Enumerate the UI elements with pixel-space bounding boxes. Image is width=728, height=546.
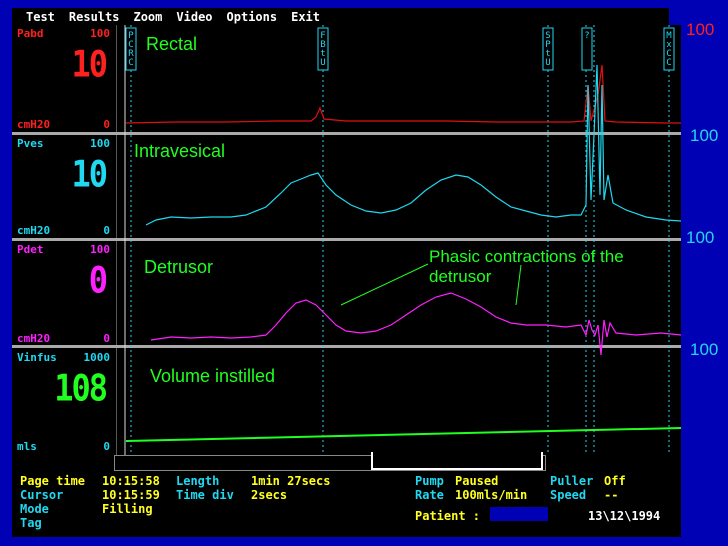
channel-pdet: Pdet 100 0 cmH20 0	[12, 241, 116, 347]
scroll-thumb[interactable]	[371, 452, 543, 470]
rate-value: 100mls/min	[455, 488, 528, 502]
pump-value: Paused	[455, 474, 499, 488]
channel-max: 100	[90, 137, 110, 150]
annotation-phasic: Phasic contractions of the detrusor	[429, 247, 624, 286]
channel-unit: cmH20	[17, 224, 51, 237]
time-div-value: 2secs	[251, 488, 288, 502]
menu-test[interactable]: Test	[26, 10, 55, 24]
menu-bar: Test Results Zoom Video Options Exit	[12, 8, 669, 25]
menu-results[interactable]: Results	[69, 10, 120, 24]
channel-max: 100	[90, 243, 110, 256]
time-scrollbar[interactable]	[114, 452, 546, 471]
channel-min: 0	[103, 224, 110, 237]
trace-pves	[145, 64, 681, 226]
status-panel: Page time 10:15:58 Length 1min 27secs Cu…	[12, 452, 681, 537]
cursor-value: 10:15:59	[102, 488, 160, 502]
right-scale-vinfus: 100	[690, 340, 719, 359]
channel-name: Vinfus	[17, 351, 57, 364]
rate-label: Rate	[415, 488, 444, 502]
puller-label: Puller	[550, 474, 594, 488]
label-detrusor: Detrusor	[144, 257, 214, 277]
speed-value: --	[604, 488, 619, 502]
channel-min: 0	[103, 332, 110, 345]
pump-label: Pump	[415, 474, 444, 488]
channel-max: 1000	[83, 351, 111, 364]
label-rectal: Rectal	[146, 34, 198, 54]
channel-name: Pabd	[17, 27, 44, 40]
trace-pdet	[150, 292, 681, 356]
channel-unit: cmH20	[17, 118, 51, 131]
trace-screen: Pabd 100 10 cmH20 0 Pves 100 10 cmH20 0 …	[12, 25, 681, 455]
event-marker-char: ?	[584, 31, 589, 41]
puller-value: Off	[604, 474, 626, 488]
event-marker-char: U	[320, 58, 325, 68]
mode-label: Mode	[20, 502, 49, 516]
channel-value: 10	[71, 152, 108, 196]
menu-zoom[interactable]: Zoom	[133, 10, 162, 24]
right-scale-pves: 100	[690, 126, 719, 145]
event-markers: PCRCFBtUSPtU? MxCC	[125, 27, 675, 71]
right-scale-pabd: 100	[686, 20, 715, 39]
channel-min: 0	[103, 118, 110, 131]
channel-value: 0	[88, 258, 108, 302]
channel-value: 108	[54, 366, 108, 410]
annotation-pointer	[340, 263, 429, 306]
right-scale-pdet: 100	[686, 228, 715, 247]
menu-options[interactable]: Options	[227, 10, 278, 24]
label-intravesical: Intravesical	[134, 141, 226, 161]
channel-min: 0	[103, 440, 110, 453]
menu-video[interactable]: Video	[176, 10, 212, 24]
label-volume-instilled: Volume instilled	[150, 366, 276, 386]
time-div-label: Time div	[176, 488, 234, 502]
patient-label: Patient :	[415, 509, 481, 523]
length-value: 1min 27secs	[251, 474, 331, 488]
channel-vinfus: Vinfus 1000 108 mls 0	[12, 349, 116, 455]
trace-vinfus	[125, 427, 681, 442]
trace-plot[interactable]: PCRCFBtUSPtU? MxCC	[116, 25, 681, 455]
event-marker-char: C	[666, 58, 671, 68]
page-time-value: 10:15:58	[102, 474, 160, 488]
event-marker-char: C	[128, 58, 133, 68]
patient-field[interactable]	[490, 507, 548, 521]
channel-unit: cmH20	[17, 332, 51, 345]
channel-pves: Pves 100 10 cmH20 0	[12, 135, 116, 239]
mode-value: Filling	[102, 502, 153, 516]
channel-value: 10	[71, 42, 108, 86]
menu-exit[interactable]: Exit	[291, 10, 320, 24]
event-marker-char: U	[545, 58, 550, 68]
channel-max: 100	[90, 27, 110, 40]
cursor-label: Cursor	[20, 488, 64, 502]
length-label: Length	[176, 474, 220, 488]
page-time-label: Page time	[20, 474, 86, 488]
channel-pabd: Pabd 100 10 cmH20 0	[12, 25, 116, 133]
tag-label: Tag	[20, 516, 42, 530]
channel-name: Pdet	[17, 243, 44, 256]
speed-label: Speed	[550, 488, 587, 502]
channel-name: Pves	[17, 137, 44, 150]
channel-unit: mls	[17, 440, 37, 453]
date-value: 13\12\1994	[588, 509, 661, 523]
